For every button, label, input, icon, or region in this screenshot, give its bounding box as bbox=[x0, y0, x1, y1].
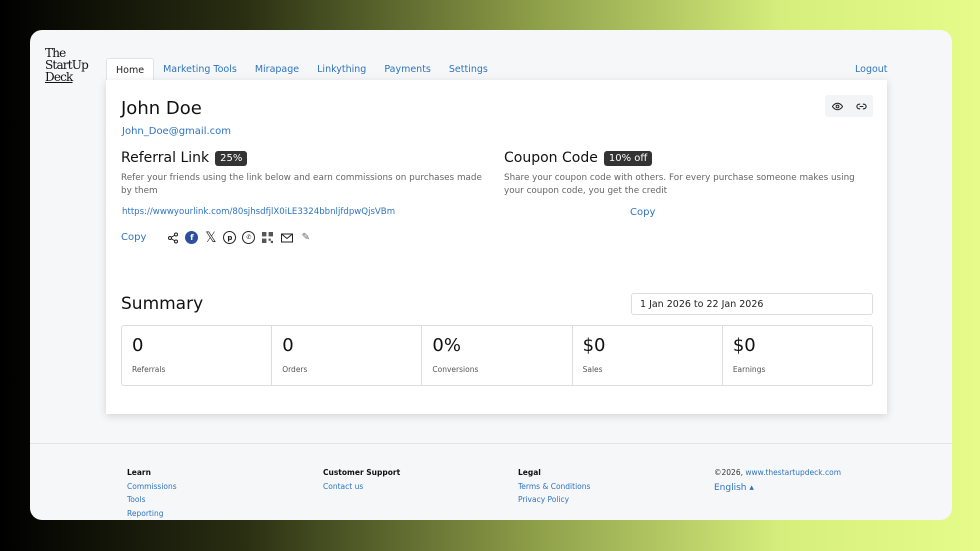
stat-value: 0% bbox=[432, 335, 461, 356]
tab-marketing-tools[interactable]: Marketing Tools bbox=[154, 58, 246, 81]
footer-link-privacy[interactable]: Privacy Policy bbox=[518, 493, 590, 507]
date-range-picker[interactable]: 1 Jan 2026 to 22 Jan 2026 bbox=[631, 293, 873, 315]
tab-payments[interactable]: Payments bbox=[375, 58, 440, 81]
app-window: The StartUp Deck Home Marketing Tools Mira… bbox=[30, 30, 952, 520]
stat-value: $0 bbox=[582, 335, 606, 356]
referral-link[interactable]: https://wwwyourlink.com/80sjhsdfjlX0iLE3… bbox=[122, 207, 491, 217]
coupon-section: Coupon Code 10% off Share your coupon cod… bbox=[504, 150, 874, 218]
footer-meta: ©2026, www.thestartupdeck.com English ▴ bbox=[714, 466, 841, 495]
stat-conversions: 0% Conversions bbox=[422, 326, 573, 385]
facebook-icon[interactable]: f bbox=[185, 231, 199, 244]
footer-link-commissions[interactable]: Commissions bbox=[127, 480, 177, 494]
link-icon[interactable] bbox=[855, 100, 868, 113]
stat-label: Referrals bbox=[132, 365, 166, 374]
logout-link[interactable]: Logout bbox=[855, 64, 888, 75]
stat-earnings: $0 Earnings bbox=[723, 326, 872, 385]
copyright: ©2026, bbox=[714, 468, 743, 477]
stat-label: Orders bbox=[282, 365, 308, 374]
footer-legal: Legal Terms & Conditions Privacy Policy bbox=[518, 466, 590, 507]
stat-sales: $0 Sales bbox=[573, 326, 723, 385]
tab-mirapage[interactable]: Mirapage bbox=[246, 58, 308, 81]
footer: Learn Commissions Tools Reporting Custom… bbox=[30, 443, 952, 518]
footer-heading: Customer Support bbox=[323, 468, 401, 477]
referral-section: Referral Link 25% Refer your friends usin… bbox=[121, 150, 491, 246]
user-email[interactable]: John_Doe@gmail.com bbox=[122, 126, 231, 137]
stat-referrals: 0 Referrals bbox=[122, 326, 273, 385]
tab-home[interactable]: Home bbox=[106, 58, 155, 81]
footer-heading: Legal bbox=[518, 468, 541, 477]
footer-heading: Learn bbox=[127, 468, 151, 477]
stat-value: 0 bbox=[132, 335, 144, 356]
nav-tabs: Home Marketing Tools Mirapage Linkything… bbox=[106, 58, 497, 81]
referral-description: Refer your friends using the link below … bbox=[121, 173, 482, 196]
share-icon[interactable] bbox=[166, 231, 179, 244]
copy-coupon-button[interactable]: Copy bbox=[630, 207, 874, 218]
summary-title: Summary bbox=[121, 294, 204, 314]
footer-learn: Learn Commissions Tools Reporting bbox=[127, 466, 177, 520]
home-card: John Doe John_Doe@gmail.com Referral Lin… bbox=[106, 80, 887, 414]
edit-icon[interactable]: ✎ bbox=[299, 231, 312, 244]
coupon-description: Share your coupon code with others. For … bbox=[504, 173, 855, 196]
copy-referral-button[interactable]: Copy bbox=[121, 232, 146, 243]
coupon-badge: 10% off bbox=[603, 150, 653, 166]
referral-title: Referral Link bbox=[121, 150, 210, 166]
footer-link-contact[interactable]: Contact us bbox=[323, 480, 400, 494]
summary-stats: 0 Referrals 0 Orders 0% Conversions $0 Sales… bbox=[121, 325, 873, 386]
tab-settings[interactable]: Settings bbox=[440, 58, 497, 81]
stat-label: Sales bbox=[582, 365, 603, 374]
stat-value: $0 bbox=[732, 335, 756, 356]
profile-actions bbox=[825, 95, 873, 117]
eye-icon[interactable] bbox=[831, 100, 844, 113]
pinterest-icon[interactable]: p bbox=[223, 231, 237, 244]
stat-value: 0 bbox=[282, 335, 294, 356]
tab-linkything[interactable]: Linkything bbox=[308, 58, 375, 81]
language-selector[interactable]: English ▴ bbox=[714, 482, 841, 496]
site-link[interactable]: www.thestartupdeck.com bbox=[745, 468, 841, 477]
email-icon[interactable] bbox=[280, 231, 293, 244]
logo[interactable]: The StartUp Deck bbox=[45, 47, 89, 83]
stat-orders: 0 Orders bbox=[272, 326, 423, 385]
coupon-title: Coupon Code bbox=[504, 150, 598, 166]
stat-label: Earnings bbox=[732, 365, 766, 374]
referral-badge: 25% bbox=[215, 150, 248, 166]
qr-code-icon[interactable] bbox=[261, 231, 274, 244]
whatsapp-icon[interactable]: ✆ bbox=[242, 231, 256, 244]
footer-link-reporting[interactable]: Reporting bbox=[127, 507, 177, 521]
stat-label: Conversions bbox=[432, 365, 479, 374]
footer-link-terms[interactable]: Terms & Conditions bbox=[518, 480, 590, 494]
footer-support: Customer Support Contact us bbox=[323, 466, 400, 493]
x-icon[interactable]: 𝕏 bbox=[204, 230, 217, 246]
share-bar: Copy f 𝕏 p ✆ ✎ bbox=[121, 230, 491, 246]
footer-link-tools[interactable]: Tools bbox=[127, 493, 177, 507]
user-name: John Doe bbox=[121, 98, 202, 119]
